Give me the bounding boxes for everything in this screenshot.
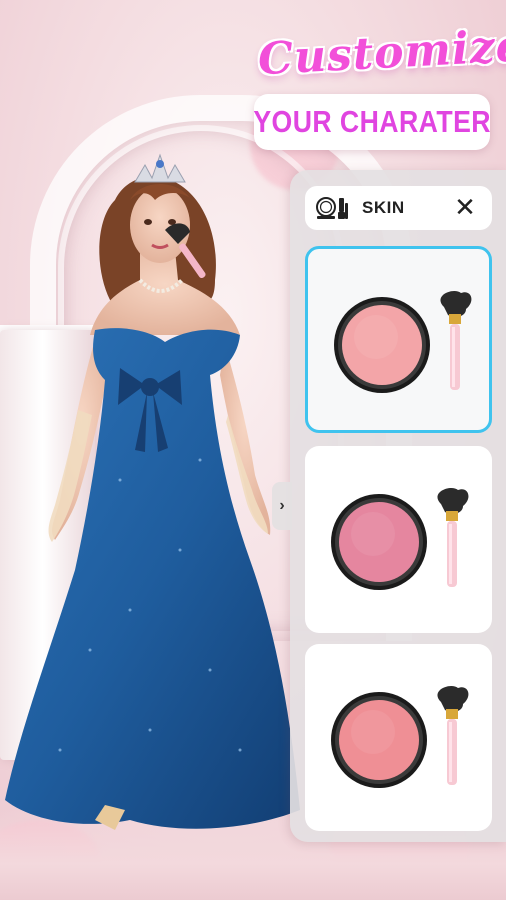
close-button[interactable]: ✕ bbox=[452, 195, 478, 221]
category-label: SKIN bbox=[362, 198, 405, 217]
blush-item-card[interactable] bbox=[305, 644, 492, 831]
chevron-right-icon: › bbox=[279, 497, 285, 514]
panel-header: SKIN ✕ bbox=[305, 186, 492, 230]
blush-compact-brush-icon bbox=[331, 487, 469, 590]
title-subtitle: YOUR CHARATER bbox=[253, 104, 491, 139]
blush-item-card[interactable] bbox=[305, 246, 492, 433]
close-icon: ✕ bbox=[454, 193, 476, 223]
blush-compact-brush-icon bbox=[334, 290, 472, 393]
title-script: Customize bbox=[256, 20, 506, 86]
collapse-panel-tab[interactable]: › bbox=[272, 482, 292, 530]
title-subtitle-badge: YOUR CHARATER bbox=[253, 94, 491, 150]
character-avatar[interactable] bbox=[0, 130, 300, 860]
blush-compact-brush-icon bbox=[331, 685, 469, 788]
character-illustration bbox=[5, 153, 300, 830]
blush-item-card[interactable] bbox=[305, 446, 492, 633]
mirror-makeup-icon bbox=[314, 194, 350, 222]
